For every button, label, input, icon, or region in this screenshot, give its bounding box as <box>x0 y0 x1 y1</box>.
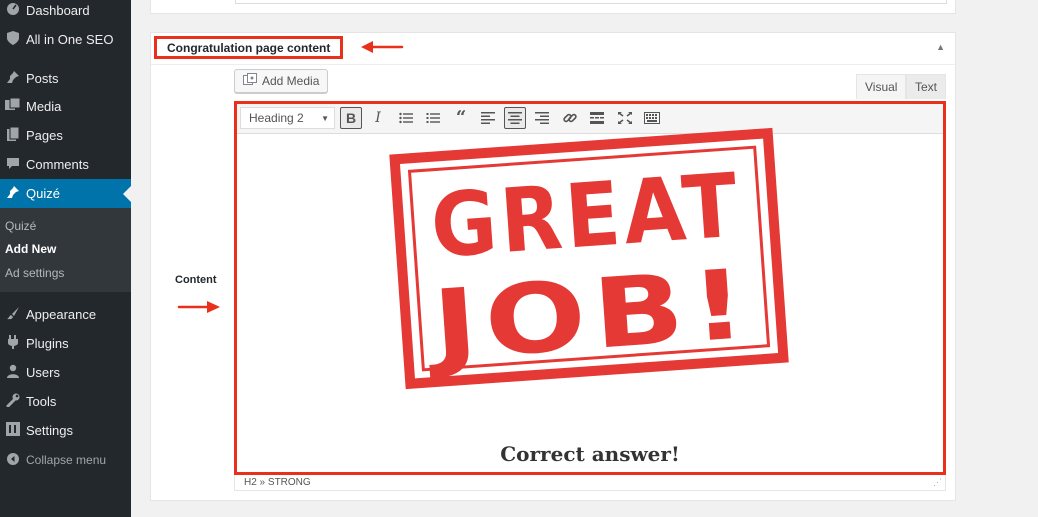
sidebar-item-comments[interactable]: Comments <box>0 150 131 179</box>
sidebar-item-plugins[interactable]: Plugins <box>0 329 131 358</box>
link-icon <box>563 113 577 123</box>
shield-icon <box>0 31 25 48</box>
add-media-button[interactable]: Add Media <box>234 69 329 93</box>
bold-icon: B <box>345 110 357 126</box>
pin-icon <box>0 70 25 87</box>
sidebar-item-dashboard[interactable]: Dashboard <box>0 0 131 25</box>
align-center-icon <box>508 112 522 124</box>
sidebar-item-media[interactable]: Media <box>0 92 131 121</box>
resize-handle-icon[interactable]: ⋰ <box>933 477 942 488</box>
read-more-icon <box>590 112 604 124</box>
submenu-item-add-new[interactable]: Add New <box>5 242 56 256</box>
sidebar-item-posts[interactable]: Posts <box>0 64 131 93</box>
sidebar-item-settings[interactable]: Settings <box>0 416 131 445</box>
great-job-stamp-image: GREAT JOB! <box>389 127 789 390</box>
dashboard-icon <box>0 2 25 19</box>
quote-icon: “ <box>455 107 467 128</box>
plugins-icon <box>0 335 25 352</box>
settings-icon <box>0 422 25 439</box>
fullscreen-icon <box>618 112 632 124</box>
collapse-menu-button[interactable]: Collapse menu <box>0 445 131 474</box>
sidebar-item-seo[interactable]: All in One SEO <box>0 25 131 54</box>
stamp-text-line2: JOB! <box>422 248 756 383</box>
bold-button[interactable]: B <box>340 107 362 129</box>
previous-field <box>235 0 947 4</box>
chevron-down-icon: ▼ <box>321 113 329 123</box>
keyboard-icon <box>644 112 660 124</box>
tab-text[interactable]: Text <box>906 74 947 99</box>
annotation-arrow-icon <box>361 41 404 53</box>
content-editor[interactable]: Heading 2 ▼ B I “ GREAT JOB! Correct ans… <box>234 101 946 475</box>
sidebar-item-users[interactable]: Users <box>0 358 131 387</box>
pages-icon <box>0 126 25 144</box>
tab-visual[interactable]: Visual <box>856 74 907 99</box>
comments-icon <box>0 157 25 173</box>
add-media-label: Add Media <box>262 74 320 88</box>
pin-icon <box>0 185 25 202</box>
metabox-title: Congratulation page content <box>154 36 344 59</box>
admin-screen: Dashboard All in One SEO Posts Media Pag… <box>0 0 1038 517</box>
metabox-header[interactable]: Congratulation page content ▲ <box>151 33 955 65</box>
align-right-icon <box>535 112 549 124</box>
annotation-arrow-icon <box>177 301 220 313</box>
format-select[interactable]: Heading 2 ▼ <box>240 107 335 129</box>
quize-submenu: Quizé Add New Ad settings <box>0 208 131 292</box>
align-left-icon <box>481 112 495 124</box>
format-select-value: Heading 2 <box>249 111 304 125</box>
sidebar-item-appearance[interactable]: Appearance <box>0 300 131 329</box>
content-field-label: Content <box>175 274 217 286</box>
element-path[interactable]: H2 » STRONG <box>244 477 311 488</box>
bullet-list-icon <box>399 112 413 124</box>
media-icon <box>0 97 25 115</box>
sidebar-item-tools[interactable]: Tools <box>0 387 131 416</box>
admin-sidebar: Dashboard All in One SEO Posts Media Pag… <box>0 0 131 517</box>
editor-path-bar: H2 » STRONG ⋰ <box>234 475 946 491</box>
collapse-arrow-icon <box>0 452 25 468</box>
previous-metabox <box>150 0 956 14</box>
brush-icon <box>0 306 25 323</box>
sidebar-item-pages[interactable]: Pages <box>0 121 131 150</box>
submenu-item-quize[interactable]: Quizé <box>5 219 36 233</box>
add-media-icon <box>243 73 257 89</box>
numbered-list-icon <box>426 113 440 123</box>
users-icon <box>0 364 25 381</box>
wrench-icon <box>0 393 25 410</box>
submenu-item-ad-settings[interactable]: Ad settings <box>5 266 64 280</box>
collapse-toggle-icon[interactable]: ▲ <box>936 42 945 52</box>
sidebar-item-quize[interactable]: Quizé <box>0 179 131 208</box>
content-heading: Correct answer! <box>500 442 680 466</box>
italic-icon: I <box>375 110 381 126</box>
